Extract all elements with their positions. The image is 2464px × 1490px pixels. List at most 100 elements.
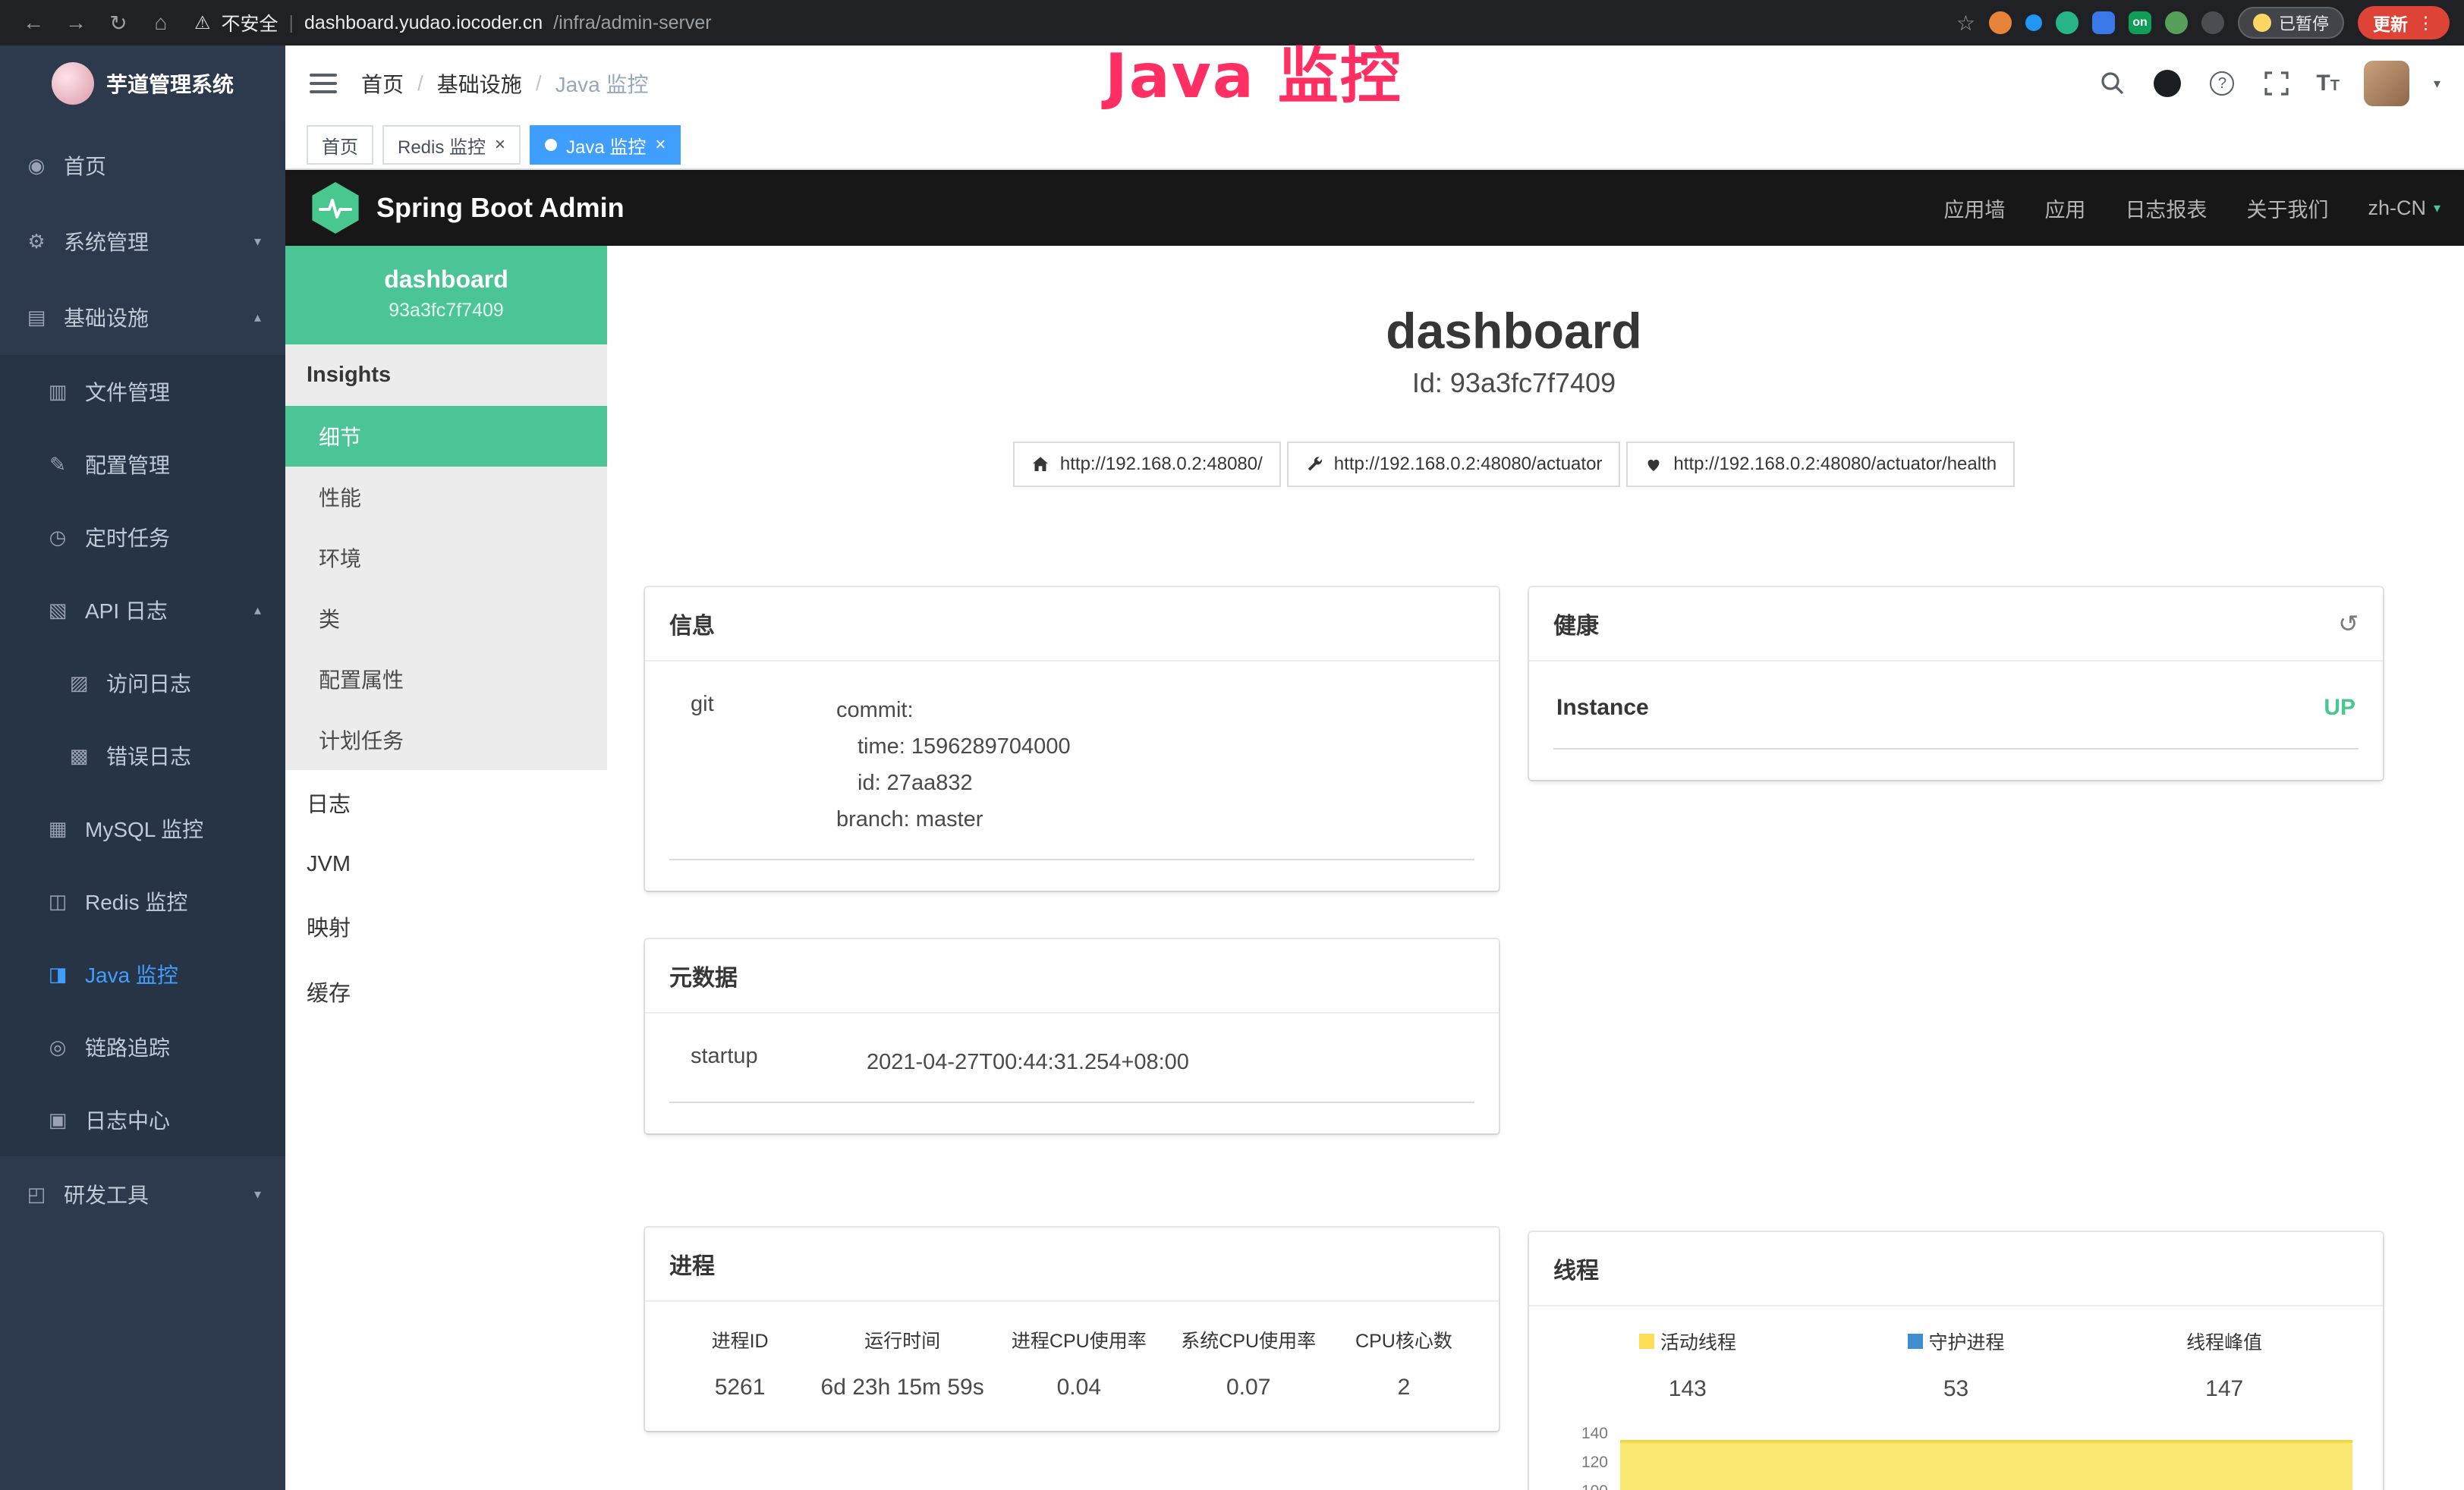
kebab-menu-icon[interactable]: ⋮ bbox=[2417, 13, 2434, 33]
log-icon: ▨ bbox=[67, 671, 91, 695]
locale-select[interactable]: zh-CN ▾ bbox=[2368, 196, 2440, 220]
sidebar-item-java-monitor[interactable]: ◨ Java 监控 bbox=[0, 938, 285, 1011]
logo-image bbox=[52, 62, 94, 105]
instance-link-root[interactable]: http://192.168.0.2:48080/ bbox=[1013, 442, 1281, 487]
app-logo[interactable]: 芋道管理系统 bbox=[0, 46, 285, 121]
not-secure-warning-icon: ⚠ bbox=[194, 12, 211, 34]
sidebar-item-file-management[interactable]: ▥ 文件管理 bbox=[0, 355, 285, 428]
instance-link-actuator[interactable]: http://192.168.0.2:48080/actuator bbox=[1287, 442, 1621, 487]
sba-item-classes[interactable]: 类 bbox=[285, 588, 607, 649]
card-title: 健康 bbox=[1553, 607, 1599, 640]
info-card: 信息 git commit: time: 1596289704000 id: 2 bbox=[645, 587, 1499, 891]
close-icon[interactable]: × bbox=[655, 136, 666, 154]
sba-nav-log-report[interactable]: 日志报表 bbox=[2125, 193, 2207, 223]
sba-item-caches[interactable]: 缓存 bbox=[285, 959, 607, 1024]
sidebar-item-label: 错误日志 bbox=[106, 740, 191, 771]
avatar-caret-icon[interactable]: ▾ bbox=[2434, 76, 2440, 92]
sba-instance-header[interactable]: dashboard 93a3fc7f7409 bbox=[285, 246, 607, 344]
sidebar-item-infrastructure[interactable]: ▤ 基础设施 ▴ bbox=[0, 279, 285, 355]
github-icon[interactable] bbox=[2152, 68, 2182, 99]
tab-java-monitor[interactable]: Java 监控 × bbox=[530, 125, 681, 165]
forward-icon[interactable]: → bbox=[58, 11, 94, 35]
breadcrumb-item-home[interactable]: 首页 bbox=[361, 68, 404, 99]
search-icon[interactable] bbox=[2097, 68, 2128, 99]
sba-item-details[interactable]: 细节 bbox=[285, 406, 607, 467]
sba-item-environment[interactable]: 环境 bbox=[285, 527, 607, 588]
extension-icon-on-badge[interactable]: on bbox=[2129, 11, 2151, 34]
threads-chart: 140 120 100 bbox=[1553, 1429, 2359, 1490]
sidebar-item-home[interactable]: ◉ 首页 bbox=[0, 127, 285, 203]
sba-item-logs[interactable]: 日志 bbox=[285, 770, 607, 835]
avatar[interactable] bbox=[2364, 61, 2409, 106]
tag-view-bar: 首页 Redis 监控 × Java 监控 × bbox=[285, 121, 2464, 170]
help-icon[interactable]: ? bbox=[2207, 68, 2237, 99]
extension-icon-grid[interactable] bbox=[2092, 11, 2115, 34]
sidebar-item-mysql-monitor[interactable]: ▦ MySQL 监控 bbox=[0, 792, 285, 865]
sba-nav-applications[interactable]: 应用 bbox=[2044, 193, 2085, 223]
bookmark-star-icon[interactable]: ☆ bbox=[1956, 11, 1975, 36]
sidebar-item-label: 定时任务 bbox=[85, 522, 170, 552]
extension-icon-leaf[interactable] bbox=[2165, 11, 2188, 34]
address-bar[interactable]: ⚠ 不安全 | dashboard.yudao.iocoder.cn/infra… bbox=[194, 9, 1941, 36]
chart-y-axis: 140 120 100 bbox=[1553, 1429, 1620, 1490]
sidebar-item-redis-monitor[interactable]: ◫ Redis 监控 bbox=[0, 865, 285, 938]
sba-item-config-props[interactable]: 配置属性 bbox=[285, 649, 607, 709]
infrastructure-submenu: ▥ 文件管理 ✎ 配置管理 ◷ 定时任务 ▧ API 日志 ▴ bbox=[0, 355, 285, 1156]
sidebar-item-log-center[interactable]: ▣ 日志中心 bbox=[0, 1083, 285, 1156]
extension-icon-puzzle[interactable] bbox=[2201, 11, 2224, 34]
instance-id-subtitle: Id: 93a3fc7f7409 bbox=[645, 367, 2383, 399]
health-row-instance[interactable]: Instance UP bbox=[1553, 680, 2359, 750]
font-size-icon[interactable]: TT bbox=[2316, 71, 2340, 96]
git-branch-line: branch: master bbox=[836, 801, 1071, 838]
sba-item-mappings[interactable]: 映射 bbox=[285, 894, 607, 959]
sba-item-metrics[interactable]: 性能 bbox=[285, 467, 607, 527]
sidebar-item-dev-tools[interactable]: ◰ 研发工具 ▾ bbox=[0, 1156, 285, 1232]
sidebar-item-error-logs[interactable]: ▩ 错误日志 bbox=[0, 719, 285, 792]
sba-nav-app-wall[interactable]: 应用墙 bbox=[1943, 193, 2005, 223]
legend-live-threads: 活动线程 143 bbox=[1553, 1328, 1822, 1402]
sidebar-item-access-logs[interactable]: ▨ 访问日志 bbox=[0, 646, 285, 719]
sba-nav-about[interactable]: 关于我们 bbox=[2246, 193, 2328, 223]
sidebar-item-system-management[interactable]: ⚙ 系统管理 ▾ bbox=[0, 203, 285, 279]
chevron-down-icon: ▾ bbox=[254, 234, 261, 250]
sba-item-scheduled-tasks[interactable]: 计划任务 bbox=[285, 709, 607, 770]
app-window: 芋道管理系统 ◉ 首页 ⚙ 系统管理 ▾ ▤ 基础设施 ▴ ▥ 文件管理 bbox=[0, 46, 2464, 1490]
tab-home[interactable]: 首页 bbox=[307, 125, 373, 165]
sidebar-item-tracing[interactable]: ◎ 链路追踪 bbox=[0, 1011, 285, 1083]
extension-icon-teal[interactable] bbox=[2056, 11, 2079, 34]
history-icon[interactable]: ↺ bbox=[2338, 609, 2359, 638]
fullscreen-icon[interactable] bbox=[2261, 68, 2292, 99]
extension-icon-blue-drop[interactable] bbox=[2025, 14, 2042, 31]
close-icon[interactable]: × bbox=[495, 136, 505, 154]
sidebar-item-api-logs[interactable]: ▧ API 日志 ▴ bbox=[0, 574, 285, 646]
legend-value: 143 bbox=[1553, 1376, 1822, 1402]
breadcrumb-item-infrastructure[interactable]: 基础设施 bbox=[437, 68, 522, 99]
link-label: http://192.168.0.2:48080/ bbox=[1060, 454, 1263, 475]
update-button[interactable]: 更新 ⋮ bbox=[2358, 6, 2450, 39]
security-label[interactable]: 不安全 bbox=[222, 9, 278, 36]
back-icon[interactable]: ← bbox=[15, 11, 52, 35]
sba-item-jvm[interactable]: JVM bbox=[285, 835, 607, 894]
sidebar-item-config-management[interactable]: ✎ 配置管理 bbox=[0, 428, 285, 501]
breadcrumb-separator: / bbox=[417, 71, 423, 96]
browser-home-icon[interactable]: ⌂ bbox=[143, 11, 179, 35]
eye-icon: ◎ bbox=[46, 1036, 70, 1059]
paused-badge[interactable]: 已暂停 bbox=[2238, 7, 2344, 39]
left-column: 信息 git commit: time: 1596289704000 id: 2 bbox=[645, 587, 1499, 1431]
hamburger-icon[interactable] bbox=[310, 74, 337, 93]
reload-icon[interactable]: ↻ bbox=[100, 11, 137, 36]
card-body: 活动线程 143 守护进程 53 线程峰值 bbox=[1529, 1306, 2383, 1490]
caret-down-icon: ▾ bbox=[2434, 200, 2440, 216]
log-icon: ▩ bbox=[67, 744, 91, 768]
sidebar-item-scheduled-tasks[interactable]: ◷ 定时任务 bbox=[0, 501, 285, 574]
clock-icon: ◷ bbox=[46, 526, 70, 549]
tab-redis-monitor[interactable]: Redis 监控 × bbox=[382, 125, 521, 165]
sidebar-item-label: 基础设施 bbox=[64, 302, 149, 332]
chevron-up-icon: ▴ bbox=[254, 602, 261, 618]
sba-brand[interactable]: Spring Boot Admin bbox=[376, 192, 625, 224]
instance-link-health[interactable]: http://192.168.0.2:48080/actuator/health bbox=[1626, 442, 2015, 487]
spring-boot-admin-logo-icon[interactable] bbox=[310, 182, 361, 234]
extension-icon-orange[interactable] bbox=[1989, 11, 2012, 34]
card-body: 进程ID 5261 运行时间 6d 23h 15m 59s bbox=[645, 1302, 1499, 1431]
sidebar-item-label: 日志中心 bbox=[85, 1105, 170, 1135]
